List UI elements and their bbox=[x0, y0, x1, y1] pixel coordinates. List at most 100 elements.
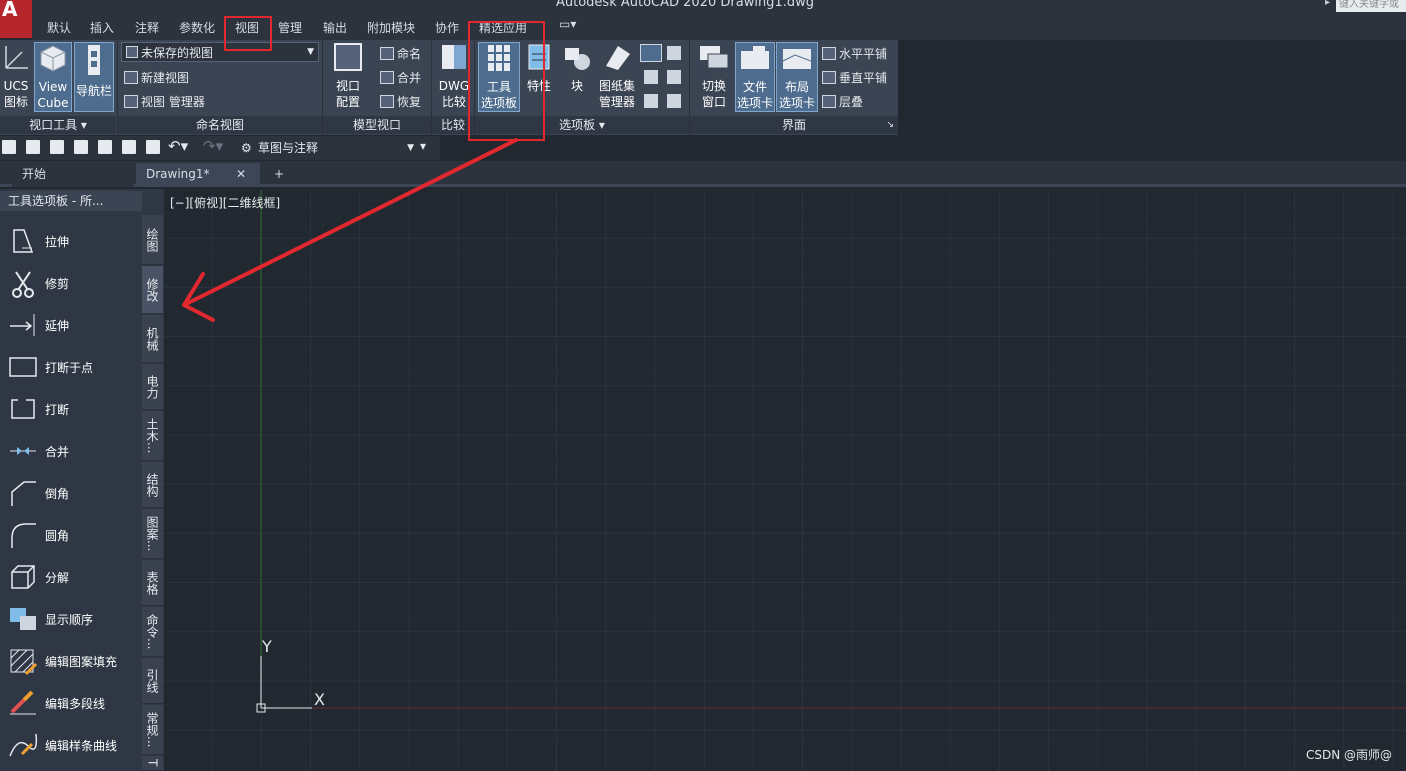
tab-insert[interactable]: 插入 bbox=[90, 19, 114, 36]
join-viewport-button[interactable]: 合并 bbox=[380, 69, 421, 86]
ucs-icon-button[interactable]: UCS 图标 bbox=[0, 42, 32, 112]
switch-window-button[interactable]: 切换 窗口 bbox=[694, 42, 734, 112]
tool-explode[interactable]: 分解 bbox=[0, 556, 140, 598]
named-viewport-icon bbox=[380, 47, 394, 60]
panel-title-interface[interactable]: 界面 ↘ bbox=[690, 116, 898, 134]
tool-fillet[interactable]: 圆角 bbox=[0, 514, 140, 556]
chevron-right-icon[interactable]: ▸ bbox=[1325, 0, 1330, 8]
tile-horizontal-button[interactable]: 水平平铺 bbox=[822, 45, 887, 62]
extend-icon bbox=[6, 308, 40, 342]
tile-horizontal-icon bbox=[822, 47, 836, 60]
search-input[interactable]: 键入关键字或 bbox=[1336, 0, 1406, 12]
explode-icon bbox=[6, 560, 40, 594]
named-view-dropdown[interactable]: 未保存的视图 ▼ bbox=[121, 42, 319, 62]
ucs-x-label: X bbox=[314, 690, 325, 709]
palette-tab-leaders[interactable]: 引线 bbox=[142, 658, 163, 704]
clipboard-icon[interactable] bbox=[667, 94, 681, 108]
ribbon-options-icon[interactable]: ▭▾ bbox=[559, 17, 576, 31]
scissors-icon bbox=[6, 266, 40, 300]
tab-default[interactable]: 默认 bbox=[47, 19, 71, 36]
window-title: Autodesk AutoCAD 2020 Drawing1.dwg bbox=[556, 0, 814, 10]
app-menu-logo[interactable]: A bbox=[0, 0, 32, 38]
markup-icon[interactable] bbox=[644, 70, 658, 84]
edit-spline-icon bbox=[6, 728, 40, 762]
new-view-button[interactable]: 新建视图 bbox=[124, 69, 189, 86]
named-viewport-button[interactable]: 命名 bbox=[380, 45, 421, 62]
panel-title-named-views[interactable]: 命名视图 bbox=[118, 116, 322, 134]
panel-title-viewport-tools[interactable]: 视口工具 ▾ bbox=[0, 116, 116, 134]
dwg-compare-button[interactable]: DWG 比较 bbox=[436, 42, 472, 114]
new-view-icon bbox=[124, 71, 138, 84]
new-tab-button[interactable]: + bbox=[264, 163, 294, 187]
palette-tab-electrical[interactable]: 电力 bbox=[142, 364, 163, 410]
open-file-icon[interactable] bbox=[26, 140, 40, 154]
tab-annotate[interactable]: 注释 bbox=[135, 19, 159, 36]
layout-tabs-toggle-button[interactable]: 布局 选项卡 bbox=[776, 42, 818, 112]
command-line-icon[interactable] bbox=[640, 44, 662, 62]
tab-collaborate[interactable]: 协作 bbox=[435, 19, 459, 36]
tab-manage[interactable]: 管理 bbox=[278, 19, 302, 36]
tool-edit-hatch[interactable]: 编辑图案填充 bbox=[0, 640, 140, 682]
tool-extend[interactable]: 延伸 bbox=[0, 304, 140, 346]
stretch-icon bbox=[6, 224, 40, 258]
tool-edit-polyline[interactable]: 编辑多段线 bbox=[0, 682, 140, 724]
navbar-button[interactable]: 导航栏 bbox=[74, 42, 114, 112]
plot-icon[interactable] bbox=[146, 140, 160, 154]
customize-qat-icon[interactable]: ▾ bbox=[420, 139, 426, 153]
cascade-button[interactable]: 层叠 bbox=[822, 93, 863, 110]
palette-tab-draw[interactable]: 绘图 bbox=[142, 215, 163, 265]
palette-tab-mechanical[interactable]: 机械 bbox=[142, 315, 163, 363]
palette-tab-structural[interactable]: 结构 bbox=[142, 462, 163, 508]
tool-break-at-point[interactable]: 打断于点 bbox=[0, 346, 140, 388]
palette-tab-general[interactable]: 常规... bbox=[142, 705, 163, 755]
viewcube-button[interactable]: View Cube bbox=[34, 42, 72, 112]
palette-tab-command[interactable]: 命令... bbox=[142, 607, 163, 657]
tool-chamfer[interactable]: 倒角 bbox=[0, 472, 140, 514]
compare-icon bbox=[442, 45, 466, 69]
restore-icon bbox=[380, 95, 394, 108]
restore-viewport-button[interactable]: 恢复 bbox=[380, 93, 421, 110]
open-web-icon[interactable] bbox=[98, 140, 112, 154]
tool-trim[interactable]: 修剪 bbox=[0, 262, 140, 304]
layer-palette-icon[interactable] bbox=[644, 94, 658, 108]
tab-addins[interactable]: 附加模块 bbox=[367, 19, 415, 36]
tile-vertical-button[interactable]: 垂直平铺 bbox=[822, 69, 887, 86]
tool-palette-title[interactable]: 工具选项板 - 所... bbox=[0, 191, 142, 211]
palette-tab-tables[interactable]: 表格 bbox=[142, 560, 163, 606]
panel-launcher-icon[interactable]: ↘ bbox=[886, 116, 894, 134]
palette-tab-civil[interactable]: 土木... bbox=[142, 411, 163, 461]
viewport-config-icon bbox=[334, 43, 362, 71]
export-icon[interactable] bbox=[122, 140, 136, 154]
file-tabs-icon bbox=[741, 46, 769, 69]
panel-title-model-viewports[interactable]: 模型视口 bbox=[323, 116, 431, 134]
edit-hatch-icon bbox=[6, 644, 40, 678]
undo-icon[interactable]: ↶▾ bbox=[168, 137, 188, 155]
tool-edit-spline[interactable]: 编辑样条曲线 bbox=[0, 724, 140, 766]
tool-draw-order[interactable]: 显示顺序 bbox=[0, 598, 140, 640]
tool-join[interactable]: 合并 bbox=[0, 430, 140, 472]
palette-tab-modify[interactable]: 修改 bbox=[142, 266, 163, 314]
workspace-dropdown[interactable]: ⚙ 草图与注释 ▼ bbox=[238, 139, 418, 157]
palette-tab-more[interactable]: T bbox=[142, 756, 163, 771]
calculator-icon[interactable] bbox=[667, 70, 681, 84]
viewport-controls[interactable]: [−][俯视][二维线框] bbox=[170, 194, 280, 211]
file-tabs-toggle-button[interactable]: 文件 选项卡 bbox=[735, 42, 775, 112]
tab-parametric[interactable]: 参数化 bbox=[179, 19, 215, 36]
viewport-config-button[interactable]: 视口 配置 bbox=[328, 42, 368, 114]
view-manager-button[interactable]: 视图 管理器 bbox=[124, 93, 205, 110]
tool-break[interactable]: 打断 bbox=[0, 388, 140, 430]
sheet-set-manager-button[interactable]: 图纸集 管理器 bbox=[597, 42, 637, 114]
tab-start[interactable]: 开始 bbox=[12, 163, 134, 187]
tool-stretch[interactable]: 拉伸 bbox=[0, 220, 140, 262]
design-center-icon[interactable] bbox=[667, 46, 681, 60]
save-as-icon[interactable] bbox=[74, 140, 88, 154]
tab-output[interactable]: 输出 bbox=[323, 19, 347, 36]
redo-icon[interactable]: ↷▾ bbox=[203, 137, 223, 155]
block-palette-button[interactable]: 块 bbox=[560, 42, 594, 102]
drawing-area[interactable] bbox=[164, 190, 1406, 771]
tab-drawing1[interactable]: Drawing1* ✕ bbox=[136, 163, 260, 187]
close-tab-icon[interactable]: ✕ bbox=[236, 163, 246, 185]
palette-tab-hatches[interactable]: 图案... bbox=[142, 509, 163, 559]
new-file-icon[interactable] bbox=[2, 140, 16, 154]
save-icon[interactable] bbox=[50, 140, 64, 154]
